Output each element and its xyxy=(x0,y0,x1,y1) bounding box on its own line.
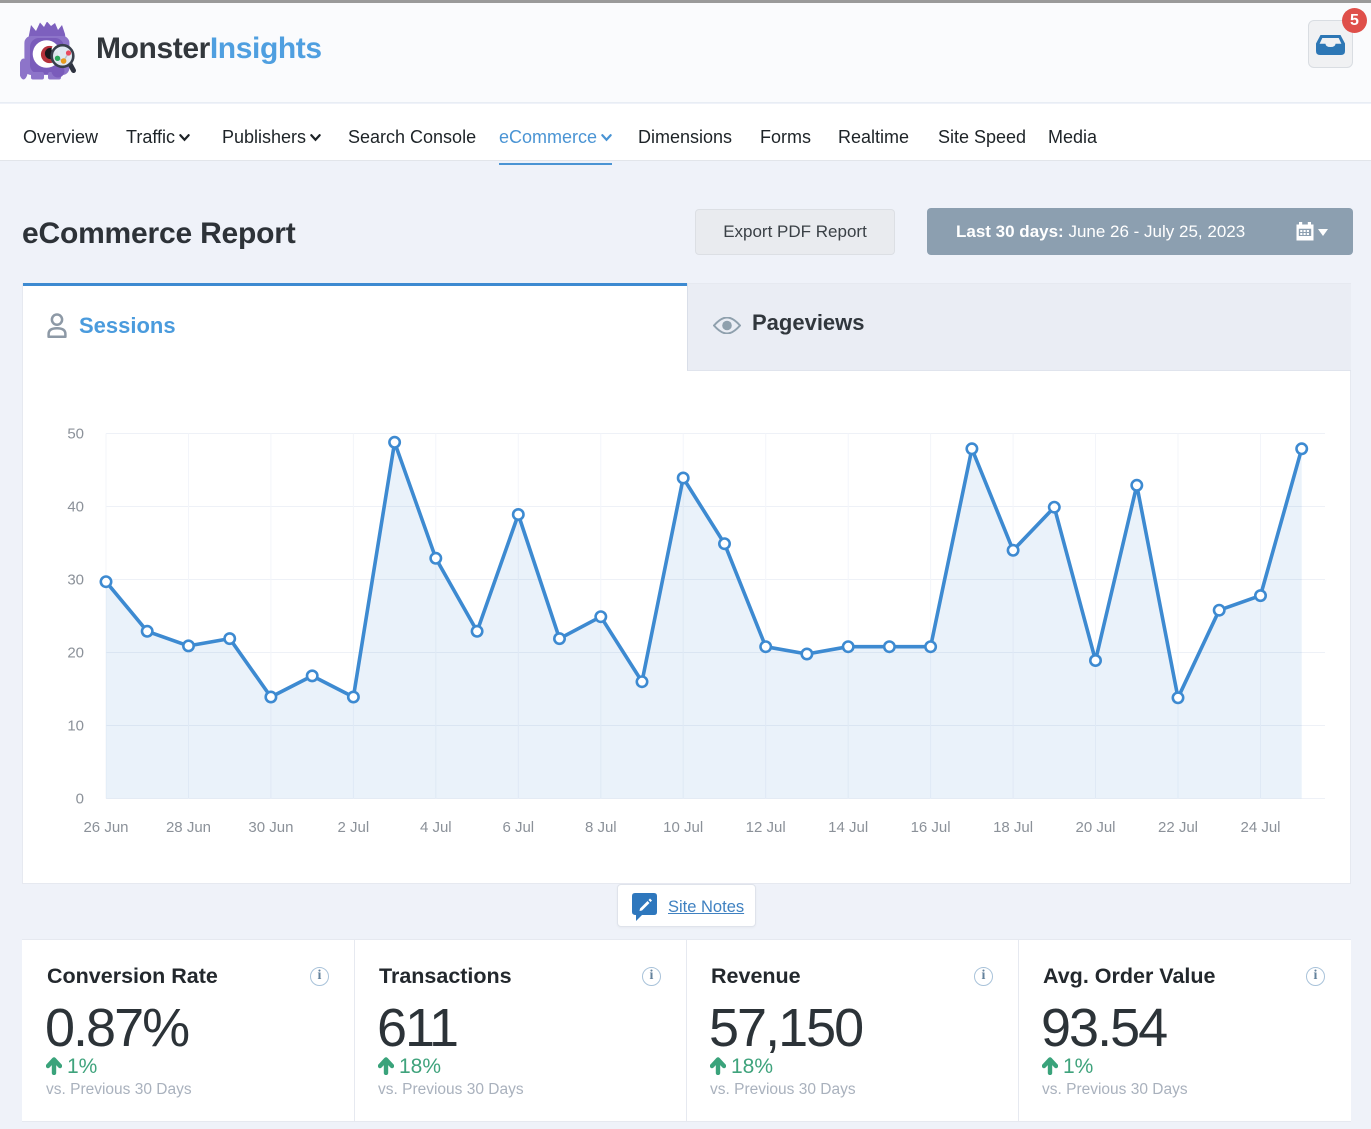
svg-text:4 Jul: 4 Jul xyxy=(420,819,452,836)
svg-text:40: 40 xyxy=(67,499,84,516)
svg-text:20: 20 xyxy=(67,645,84,662)
svg-text:12 Jul: 12 Jul xyxy=(746,819,786,836)
svg-text:30 Jun: 30 Jun xyxy=(248,819,293,836)
svg-text:20 Jul: 20 Jul xyxy=(1075,819,1115,836)
svg-text:26 Jun: 26 Jun xyxy=(83,819,128,836)
svg-text:24 Jul: 24 Jul xyxy=(1240,819,1280,836)
svg-text:10 Jul: 10 Jul xyxy=(663,819,703,836)
svg-text:14 Jul: 14 Jul xyxy=(828,819,868,836)
svg-text:16 Jul: 16 Jul xyxy=(911,819,951,836)
svg-text:8 Jul: 8 Jul xyxy=(585,819,617,836)
svg-text:10: 10 xyxy=(67,718,84,735)
svg-text:6 Jul: 6 Jul xyxy=(502,819,534,836)
svg-text:30: 30 xyxy=(67,572,84,589)
svg-text:0: 0 xyxy=(76,791,84,808)
svg-text:22 Jul: 22 Jul xyxy=(1158,819,1198,836)
svg-text:28 Jun: 28 Jun xyxy=(166,819,211,836)
svg-text:50: 50 xyxy=(67,426,84,443)
svg-text:2 Jul: 2 Jul xyxy=(338,819,370,836)
svg-text:18 Jul: 18 Jul xyxy=(993,819,1033,836)
